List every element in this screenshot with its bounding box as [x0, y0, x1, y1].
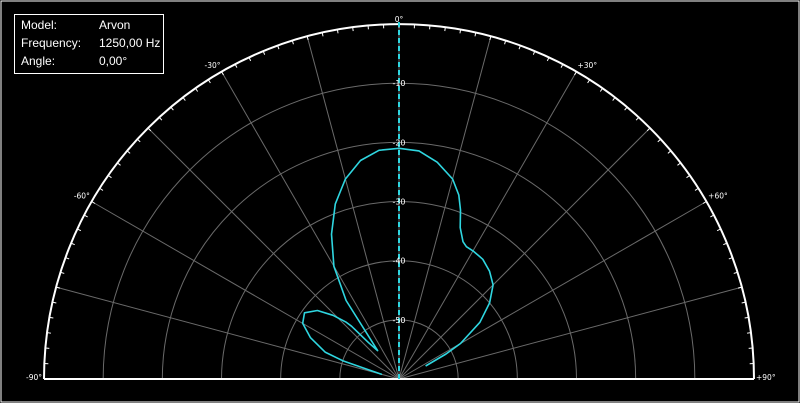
tick-mark — [444, 26, 446, 32]
radial-tick-label: -50 — [392, 316, 405, 325]
angle-tick-label: -30° — [205, 61, 221, 70]
info-row-frequency: Frequency: 1250,00 Hz — [21, 34, 163, 52]
frequency-label: Frequency: — [21, 36, 82, 50]
angle-label: Angle: — [21, 54, 56, 68]
angle-tick-label: +60° — [708, 192, 728, 201]
angle-tick-label: +90° — [756, 373, 776, 382]
angle-tick-label: 0° — [395, 15, 404, 24]
angle-value: 0,00° — [99, 54, 128, 68]
tick-mark — [46, 332, 52, 334]
tick-mark — [744, 316, 749, 319]
angle-tick-label: +30° — [578, 61, 598, 70]
info-panel: Model: Arvon Frequency: 1250,00 Hz Angle… — [14, 14, 164, 74]
frequency-value: 1250,00 Hz — [99, 36, 161, 50]
info-row-angle: Angle: 0,00° — [21, 52, 163, 70]
radial-tick-label: -40 — [392, 257, 405, 266]
radial-tick-label: -30 — [392, 198, 405, 207]
info-row-model: Model: Arvon — [21, 16, 163, 34]
radial-tick-label: -20 — [392, 138, 405, 147]
tick-mark — [746, 332, 752, 334]
tick-mark — [49, 316, 54, 319]
model-value: Arvon — [99, 18, 131, 32]
radial-tick-label: -10 — [392, 79, 405, 88]
angle-tick-label: -60° — [74, 192, 90, 201]
tick-mark — [336, 29, 339, 34]
tick-mark — [459, 29, 462, 34]
angle-tick-label: -90° — [26, 373, 42, 382]
tick-mark — [352, 26, 354, 32]
model-label: Model: — [21, 18, 58, 32]
